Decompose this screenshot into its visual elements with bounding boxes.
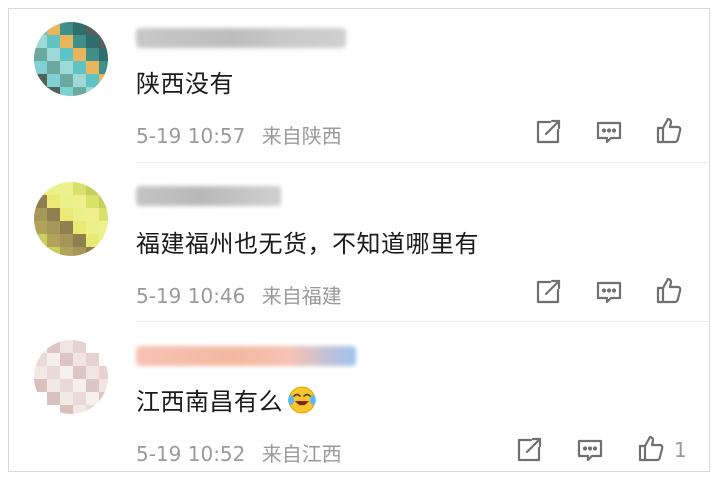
- crying-laughing-emoji-icon: [287, 385, 317, 415]
- comment-location: 来自江西: [261, 442, 342, 466]
- like-count: 1: [674, 438, 687, 462]
- comment-icon[interactable]: [594, 277, 624, 307]
- user-name[interactable]: [136, 186, 281, 206]
- comment-text: 福建福州也无货，不知道哪里有: [136, 230, 479, 258]
- comment-icon[interactable]: [594, 117, 624, 147]
- comment-icon[interactable]: [575, 435, 605, 465]
- user-name[interactable]: [136, 28, 346, 48]
- comment-meta: 5-19 10:52 来自江西: [136, 438, 342, 467]
- avatar[interactable]: [34, 340, 108, 414]
- comment-text-body: 江西南昌有么: [136, 388, 283, 416]
- repost-icon[interactable]: [533, 277, 563, 307]
- divider: [136, 162, 710, 163]
- divider: [136, 321, 710, 322]
- like-icon[interactable]: [636, 433, 666, 463]
- avatar[interactable]: [34, 182, 108, 256]
- repost-icon[interactable]: [533, 117, 563, 147]
- comment-time: 5-19 10:46: [136, 284, 246, 308]
- repost-icon[interactable]: [514, 435, 544, 465]
- comment-meta: 5-19 10:57 来自陕西: [136, 120, 342, 149]
- comment-location: 来自福建: [261, 284, 342, 308]
- user-name[interactable]: [136, 346, 356, 366]
- like-icon[interactable]: [654, 115, 684, 145]
- avatar[interactable]: [34, 22, 108, 96]
- comment-time: 5-19 10:52: [136, 442, 246, 466]
- comment-meta: 5-19 10:46 来自福建: [136, 280, 342, 309]
- comment-location: 来自陕西: [261, 124, 342, 148]
- comment-text: 江西南昌有么: [136, 382, 317, 417]
- like-icon[interactable]: [654, 275, 684, 305]
- comment-time: 5-19 10:57: [136, 124, 246, 148]
- comment-text: 陕西没有: [136, 70, 234, 98]
